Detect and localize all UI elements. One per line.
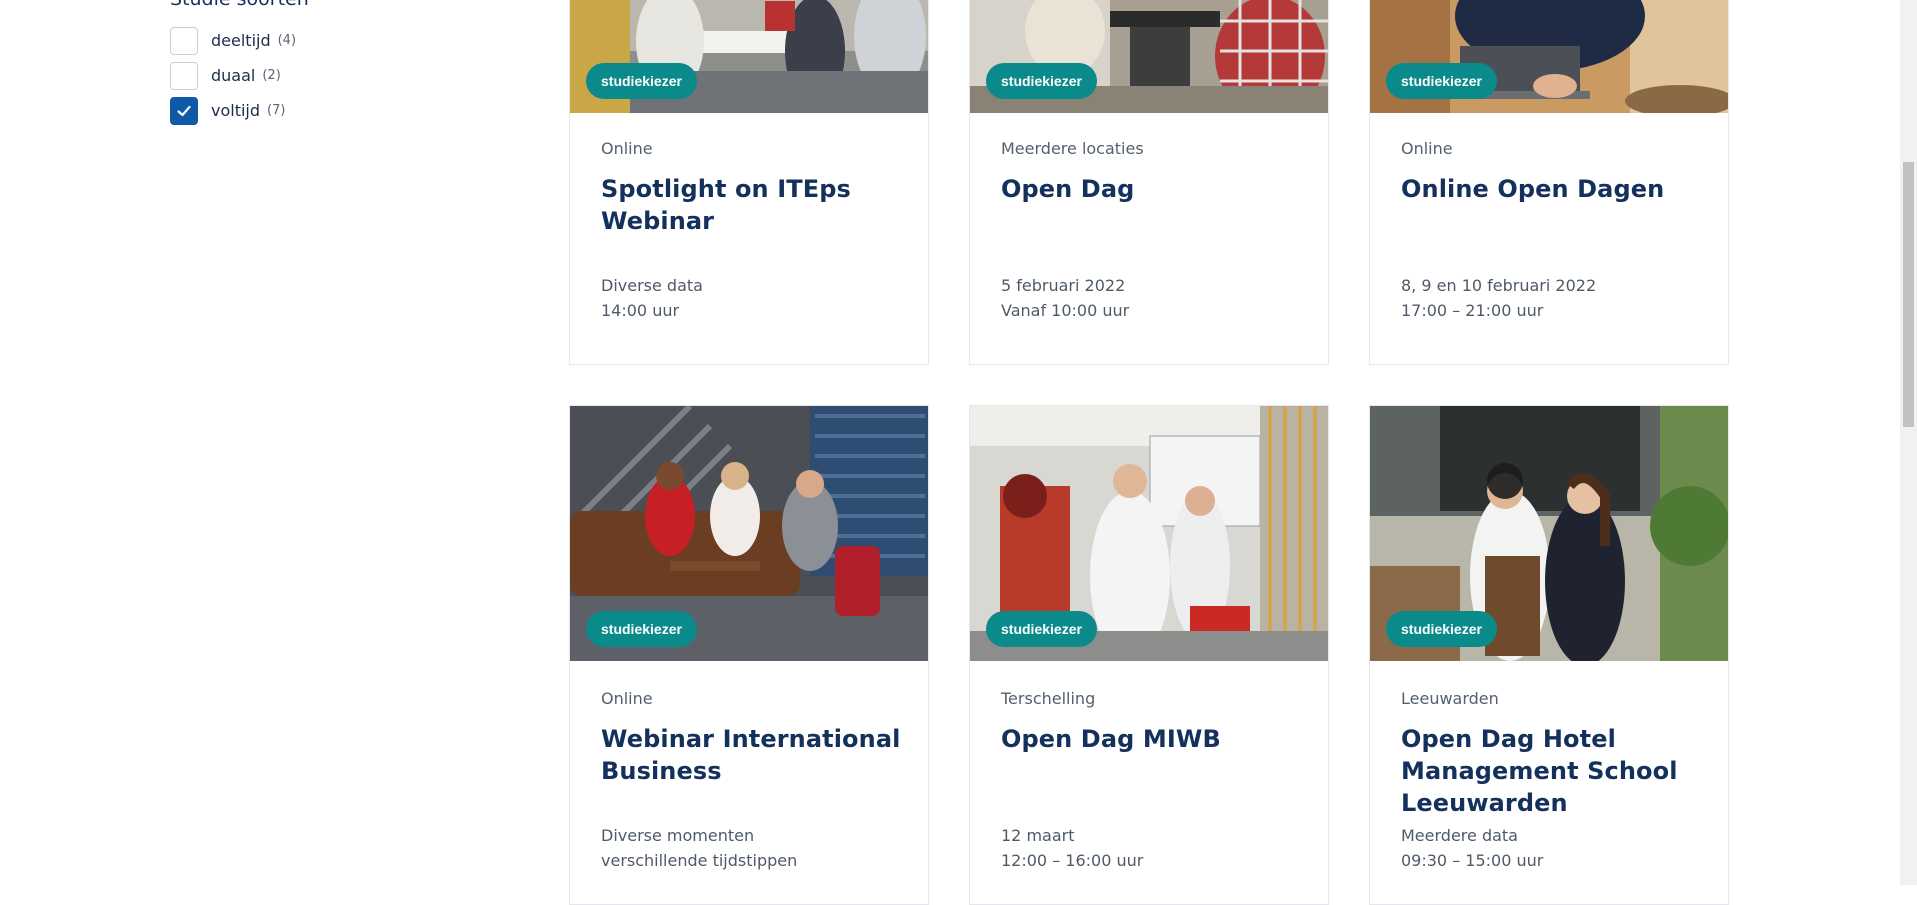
checkbox-deeltijd[interactable] [170,26,198,55]
event-time: 09:30 – 15:00 uur [1401,851,1544,870]
category-badge: studiekiezer [986,611,1097,647]
filter-option-label: duaal [211,66,256,85]
category-badge: studiekiezer [1386,611,1497,647]
event-date: Meerdere data [1401,826,1518,845]
event-photo: studiekiezer [570,0,928,113]
event-card[interactable]: studiekiezer Meerdere locaties Open Dag … [969,0,1329,365]
event-location: Terschelling [1001,689,1096,708]
checkbox-duaal[interactable] [170,61,198,90]
event-title[interactable]: Open Dag MIWB [1001,723,1308,823]
event-card[interactable]: studiekiezer Online Spotlight on ITEps W… [569,0,929,365]
event-card[interactable]: studiekiezer Leeuwarden Open Dag Hotel M… [1369,405,1729,905]
checkmark-icon [177,105,191,116]
event-time: verschillende tijdstippen [601,851,798,870]
scrollbar-thumb[interactable] [1903,162,1914,427]
filter-option-deeltijd[interactable]: deeltijd (4) [170,23,490,58]
event-title[interactable]: Spotlight on ITEps Webinar [601,173,908,273]
event-card[interactable]: studiekiezer Online Online Open Dagen 8,… [1369,0,1729,365]
event-photo: studiekiezer [1370,0,1728,113]
event-title[interactable]: Webinar International Business [601,723,908,823]
event-date: Diverse momenten [601,826,755,845]
filter-option-count: (2) [262,68,281,83]
event-title[interactable]: Open Dag [1001,173,1308,273]
event-date: 8, 9 en 10 februari 2022 [1401,276,1597,295]
event-photo: studiekiezer [970,0,1328,113]
category-badge: studiekiezer [586,63,697,99]
event-card[interactable]: studiekiezer Online Webinar Internationa… [569,405,929,905]
event-location: Online [1401,139,1453,158]
filter-title: Studie soorten [170,0,490,10]
filter-option-voltijd[interactable]: voltijd (7) [170,93,490,128]
event-title[interactable]: Online Open Dagen [1401,173,1708,273]
event-card[interactable]: studiekiezer Terschelling Open Dag MIWB … [969,405,1329,905]
event-date: 12 maart [1001,826,1075,845]
event-date: Diverse data [601,276,703,295]
event-location: Leeuwarden [1401,689,1499,708]
event-time: 17:00 – 21:00 uur [1401,301,1544,320]
checkbox-voltijd[interactable] [170,96,198,125]
category-badge: studiekiezer [586,611,697,647]
event-location: Online [601,689,653,708]
event-photo: studiekiezer [570,406,928,661]
event-photo: studiekiezer [1370,406,1728,661]
event-photo: studiekiezer [970,406,1328,661]
event-location: Online [601,139,653,158]
study-type-filter: Studie soorten deeltijd (4) duaal (2) vo… [170,0,490,128]
filter-option-label: deeltijd [211,31,271,50]
event-title[interactable]: Open Dag Hotel Management School Leeuwar… [1401,723,1708,823]
event-time: 12:00 – 16:00 uur [1001,851,1144,870]
category-badge: studiekiezer [986,63,1097,99]
filter-option-count: (4) [277,33,297,48]
event-date: 5 februari 2022 [1001,276,1126,295]
category-badge: studiekiezer [1386,63,1497,99]
event-location: Meerdere locaties [1001,139,1144,158]
filter-option-count: (7) [267,103,286,118]
event-time: Vanaf 10:00 uur [1001,301,1130,320]
event-time: 14:00 uur [601,301,680,320]
filter-option-duaal[interactable]: duaal (2) [170,58,490,93]
filter-option-label: voltijd [211,101,261,120]
page-scrollbar[interactable] [1900,0,1917,885]
